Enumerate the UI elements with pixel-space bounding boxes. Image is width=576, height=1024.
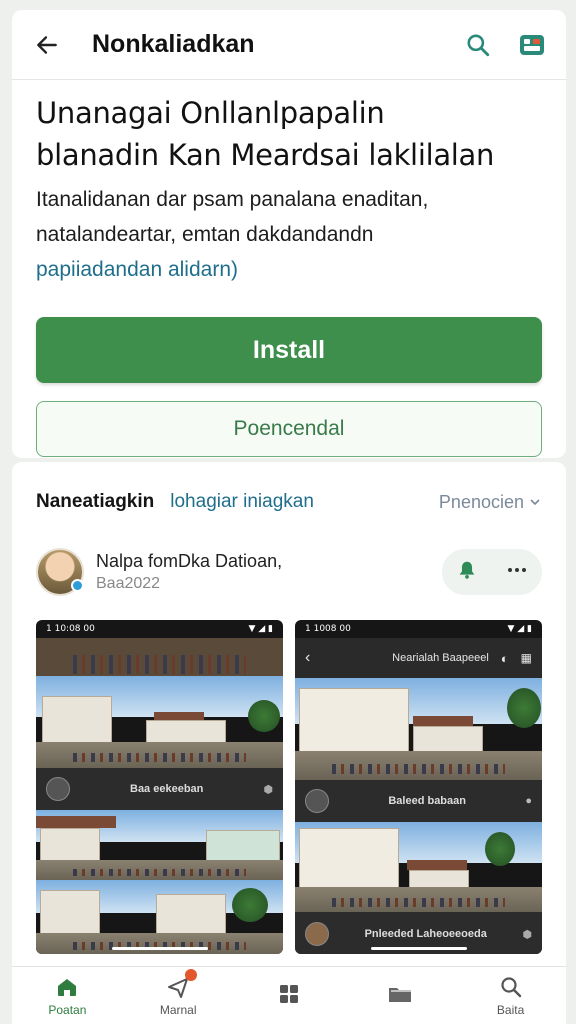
page-title: Nonkaliadkan: [92, 30, 255, 58]
photo-crowd-street: [36, 638, 283, 676]
nav-label-home: Poatan: [48, 1002, 87, 1017]
grid-icon[interactable]: ▦: [521, 651, 532, 665]
nav-label-send: Marnal: [159, 1002, 197, 1017]
more-horizontal-icon: [507, 567, 526, 572]
avatar[interactable]: [305, 922, 329, 946]
footer-label: Pnleeded Laheoeeoeda: [364, 928, 487, 940]
hero-link[interactable]: papiiadandan alidarn): [36, 252, 542, 287]
nav-item-library[interactable]: [355, 982, 445, 1010]
top-app-bar: Nonkaliadkan: [12, 10, 566, 80]
status-bar: 1 10:08 00 ▼ ◢ ▮: [36, 620, 283, 638]
app-grid-icon: [520, 34, 544, 55]
share-icon[interactable]: ◐: [501, 651, 509, 666]
nav-label-search: Baita: [496, 1002, 525, 1017]
section-header: Naneatiagkin lohagiar iniagkan Pnenocien: [36, 488, 542, 516]
hero-description-line-2: natalandeartar, emtan dakdandandn: [36, 223, 374, 246]
people-graphic: [73, 654, 246, 674]
verified-badge-icon: [71, 579, 84, 592]
status-time: 1 10:08 00: [46, 624, 95, 634]
home-indicator: [111, 947, 208, 950]
apps-icon: [279, 984, 298, 1003]
sort-dropdown[interactable]: Pnenocien: [439, 492, 542, 513]
chat-icon[interactable]: ●: [525, 795, 532, 807]
nav-item-apps[interactable]: [244, 982, 334, 1010]
search-button[interactable]: [462, 29, 494, 61]
media-label: Baleed babaan: [388, 795, 466, 807]
replay-button[interactable]: [305, 789, 329, 813]
app-intro-card: Unanagai Onllanlpapalin blanadin Kan Mea…: [12, 80, 566, 458]
screenshot-1[interactable]: 1 10:08 00 ▼ ◢ ▮ Baa eekeeban ⬢: [36, 620, 283, 954]
notification-badge: [185, 968, 198, 981]
author-name: Nalpa fomDka Datioan,: [96, 551, 283, 571]
author-actions: [442, 549, 542, 595]
media-label: Baa eekeeban: [130, 783, 204, 795]
photo-old-town: [295, 822, 542, 912]
author-meta: Nalpa fomDka Datioan, Baa2022: [96, 551, 282, 593]
arrow-left-icon: [37, 35, 57, 54]
photo-plaza: [36, 880, 283, 954]
nav-item-home[interactable]: Poatan: [22, 975, 112, 1017]
secondary-button[interactable]: Poencendal: [36, 401, 542, 457]
status-bar: 1 1008 00 ▼ ◢ ▮: [295, 620, 542, 638]
section-link[interactable]: lohagiar iniagkan: [170, 491, 314, 513]
chevron-down-icon: [530, 499, 540, 506]
status-time: 1 1008 00: [305, 624, 351, 634]
play-button[interactable]: [46, 777, 70, 801]
status-icons: ▼ ◢ ▮: [507, 624, 532, 634]
nav-item-search[interactable]: Baita: [466, 975, 556, 1017]
home-icon: [58, 978, 77, 996]
hero-title: Unanagai Onllanlpapalin blanadin Kan Mea…: [36, 92, 542, 176]
photo-colonial-street: [295, 678, 542, 780]
hero-title-line-1: Unanagai Onllanlpapalin: [36, 96, 385, 130]
photo-colonial-building: [36, 676, 283, 768]
status-icons: ▼ ◢ ▮: [248, 624, 273, 634]
search-icon: [467, 33, 490, 56]
sort-label: Pnenocien: [438, 491, 524, 512]
chevron-left-icon[interactable]: ‹: [305, 649, 310, 667]
shield-icon: ⬢: [522, 928, 532, 941]
section-title: Naneatiagkin: [36, 491, 155, 512]
reviews-section: Naneatiagkin lohagiar iniagkan Pnenocien…: [12, 462, 566, 966]
more-button[interactable]: [505, 558, 529, 587]
hero-description: Itanalidanan dar psam panalana enaditan,…: [36, 182, 542, 287]
bell-icon: [459, 561, 474, 579]
shield-icon: ⬢: [263, 783, 273, 796]
hero-title-line-2: blanadin Kan Meardsai laklilalan: [36, 138, 495, 172]
avatar[interactable]: [36, 548, 84, 596]
nav-item-send[interactable]: Marnal: [133, 968, 223, 1017]
back-button[interactable]: [30, 28, 64, 62]
hero-description-line-1: Itanalidanan dar psam panalana enaditan,: [36, 188, 429, 211]
review-author: Nalpa fomDka Datioan, Baa2022: [36, 546, 542, 598]
store-button[interactable]: [516, 29, 548, 61]
notify-button[interactable]: [456, 559, 478, 586]
install-button[interactable]: Install: [36, 317, 542, 383]
search-icon: [500, 976, 521, 997]
bottom-navigation: Poatan Marnal Baita: [12, 966, 566, 1024]
media-bar: Baa eekeeban ⬢: [36, 768, 283, 810]
app-root: Nonkaliadkan Unanagai Onllanlpapalin bla…: [0, 0, 576, 1024]
photo-street-scene: [36, 810, 283, 880]
home-indicator: [370, 947, 467, 950]
folder-icon: [388, 987, 411, 1002]
app-bar: ‹ Nearialah Baapeeel ◐ ▦: [295, 638, 542, 678]
app-bar-title: Nearialah Baapeeel: [392, 652, 489, 664]
media-bar: Baleed babaan ●: [295, 780, 542, 822]
author-date: Baa2022: [96, 575, 161, 592]
top-actions: [462, 29, 548, 61]
screenshot-2[interactable]: 1 1008 00 ▼ ◢ ▮ ‹ Nearialah Baapeeel ◐ ▦: [295, 620, 542, 954]
